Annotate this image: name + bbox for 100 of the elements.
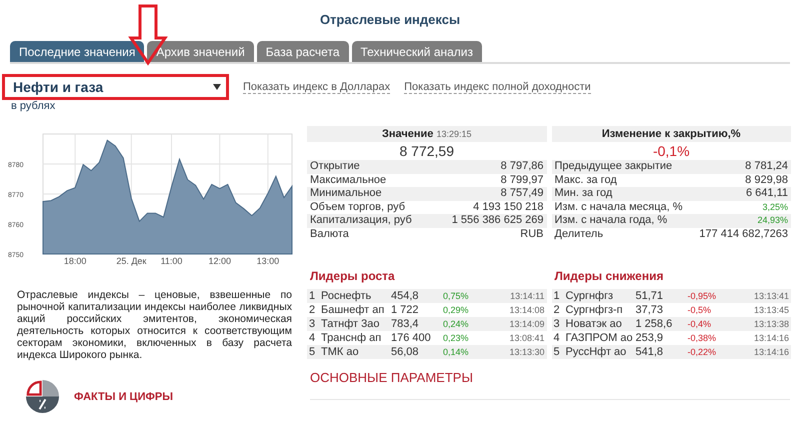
index-value: 8 772,59	[398, 142, 455, 160]
pie-chart-percent-icon	[25, 379, 60, 414]
panel-heading: Изменение к закрытию,%	[552, 126, 791, 142]
section-heading: Лидеры снижения	[554, 269, 664, 283]
stock-name[interactable]: Сургнфгз	[566, 289, 636, 303]
stock-name[interactable]: Транснф ап	[321, 331, 391, 345]
stat-value: 8 797,86	[500, 160, 544, 174]
stock-name[interactable]: Новатэк ао	[566, 317, 636, 331]
stock-name[interactable]: Башнефт ап	[321, 303, 391, 317]
stat-value: 8 799,97	[500, 174, 544, 187]
tab[interactable]: Технический анализ	[352, 41, 482, 62]
stock-price: 37,73	[636, 303, 664, 317]
x-tick-label: 12:00	[207, 256, 232, 267]
tab[interactable]: Архив значений	[147, 41, 254, 62]
trade-time: 13:14:16	[752, 332, 789, 345]
rank-number: 2	[554, 303, 561, 317]
trade-time: 13:14:11	[509, 290, 544, 303]
x-tick-label: 11:00	[160, 256, 184, 267]
trade-time: 13:08:41	[508, 332, 544, 345]
currency-note: в рублях	[11, 100, 56, 113]
trade-time: 13:14:08	[508, 304, 544, 317]
price-change: 0,75%	[443, 290, 470, 303]
update-time: 13:29:15	[436, 129, 472, 139]
stat-label: Мин. за год	[554, 187, 612, 200]
trade-time: 13:14:16	[752, 346, 789, 359]
rank-number: 5	[554, 345, 561, 359]
change-value: -0,1%	[652, 142, 691, 160]
stock-price: 541,8	[636, 345, 664, 359]
rank-number: 1	[309, 289, 316, 303]
index-dropdown[interactable]: Нефти и газа	[2, 74, 229, 100]
stock-price: 1 258,6	[636, 317, 674, 331]
rank-number: 3	[309, 317, 316, 331]
stat-value: 8 757,49	[500, 187, 544, 200]
link[interactable]: Показать индекс полной доходности	[404, 80, 591, 94]
stat-value: 177 414 682,7263	[699, 228, 788, 241]
trade-time: 13:13:41	[752, 290, 789, 303]
stat-value: 8 929,98	[745, 174, 788, 187]
trade-time: 13:13:38	[752, 318, 789, 331]
price-change: 0,29%	[443, 304, 470, 317]
stock-price: 176 400	[391, 331, 432, 345]
price-change: 0,24%	[443, 318, 470, 331]
stock-price: 253,9	[636, 331, 664, 345]
stock-name[interactable]: ТМК ао	[321, 345, 391, 359]
rank-number: 4	[554, 331, 561, 345]
stock-price: 1 722	[391, 303, 420, 317]
stock-name[interactable]: ГАЗПРОМ ао	[566, 331, 636, 345]
stock-name[interactable]: Татнфт 3ао	[321, 317, 391, 331]
stat-label: Предыдущее закрытие	[554, 160, 672, 174]
stock-price: 454,8	[391, 289, 420, 303]
price-change: 0,14%	[443, 346, 470, 359]
stat-value: 6 641,11	[746, 187, 788, 200]
stat-value: 8 781,24	[745, 160, 788, 174]
page-title: Отраслевые индексы	[318, 11, 462, 29]
rank-number: 4	[309, 331, 316, 345]
section-heading: Лидеры роста	[310, 269, 396, 283]
x-tick-label: 18:00	[62, 256, 88, 267]
rank-number: 1	[554, 289, 561, 303]
stat-label: Макс. за год	[554, 174, 617, 187]
price-change: -0,95%	[688, 290, 718, 303]
panel-heading: Значение	[382, 128, 434, 140]
price-change: -0,38%	[688, 332, 718, 345]
trade-time: 13:14:09	[508, 318, 544, 331]
stock-name[interactable]: РуссНфт ао	[566, 345, 636, 359]
section-heading: ОСНОВНЫЕ ПАРАМЕТРЫ	[310, 370, 790, 400]
stat-label: Объем торгов, руб	[310, 200, 406, 214]
tab[interactable]: Последние значения	[10, 41, 144, 62]
stat-label: Изм. с начала месяца, %	[554, 200, 683, 214]
link[interactable]: Показать индекс в Долларах	[243, 80, 390, 94]
x-tick-label: 13:00	[256, 256, 280, 267]
rank-number: 3	[554, 317, 561, 331]
stat-value: 24,93%	[757, 214, 788, 227]
stat-label: Капитализация, руб	[310, 214, 412, 228]
trade-time: 13:13:45	[752, 304, 789, 317]
stock-price: 51,71	[636, 289, 664, 303]
stock-name[interactable]: Роснефть	[321, 289, 391, 303]
stock-price: 783,4	[391, 317, 420, 331]
trade-time: 13:13:30	[508, 346, 544, 359]
stock-name[interactable]: Сургнфгз-п	[566, 303, 636, 317]
stat-value: 4 193 150 218	[473, 200, 544, 214]
stat-label: Валюта	[310, 228, 349, 241]
tab[interactable]: База расчета	[256, 41, 348, 62]
x-tick-label: 25. Дек	[115, 256, 148, 267]
stat-value: 1 556 386 625 269	[452, 214, 544, 228]
stat-value: 3,25%	[762, 200, 788, 214]
stat-label: Делитель	[554, 228, 604, 241]
rank-number: 2	[309, 303, 316, 317]
stat-label: Изм. с начала года, %	[554, 214, 668, 228]
facts-link[interactable]: ФАКТЫ И ЦИФРЫ	[74, 390, 173, 402]
price-change: -0,4%	[688, 318, 712, 331]
price-change: 0,23%	[443, 332, 470, 345]
price-change: -0,5%	[688, 304, 712, 317]
stock-price: 56,08	[391, 345, 420, 359]
rank-number: 5	[309, 345, 316, 359]
stat-label: Минимальное	[310, 187, 382, 200]
price-change: -0,22%	[688, 346, 718, 359]
description-text: Отраслевые индексы – ценовые, взвешенные по рыночной капитализации индексы наиболее ликвидных акций российских эмитентов, экономическая деятельность которых относится к соответствующим секторам экономики, включенных в базу расчета индекса Широкого рынка.	[17, 289, 292, 361]
caret-icon	[213, 84, 221, 90]
stat-label: Открытие	[310, 160, 360, 174]
stat-label: Максимальное	[310, 174, 386, 187]
stat-value: RUB	[520, 228, 544, 241]
